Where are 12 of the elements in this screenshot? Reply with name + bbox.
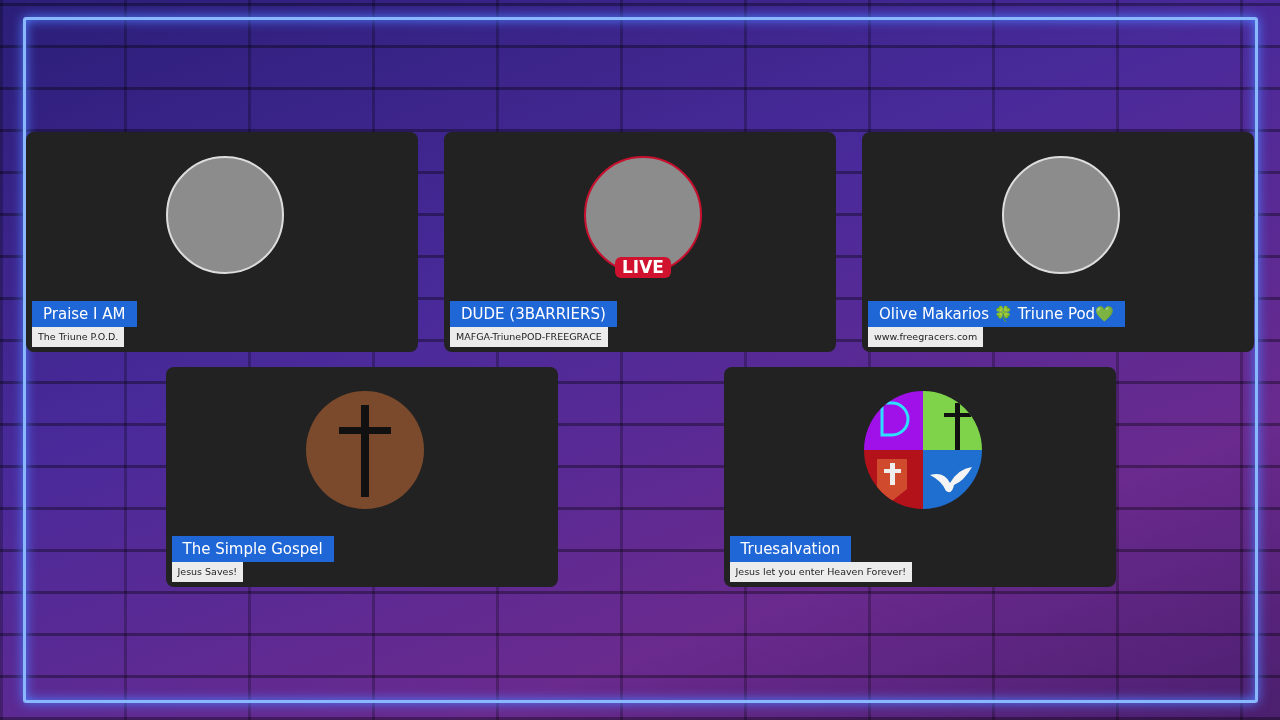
participant-name: Truesalvation [729,536,852,562]
participant-name: The Simple Gospel [171,536,334,562]
participant-name: Praise I AM [32,301,137,327]
participant-subtitle: Jesus Saves! [171,562,244,582]
participant-subtitle: www.freegracers.com [868,327,984,347]
participant-subtitle: Jesus let you enter Heaven Forever! [729,562,913,582]
participant-subtitle: The Triune P.O.D. [32,327,125,347]
participant-name: Olive Makarios 🍀 Triune Pod💚 [868,301,1126,327]
participant-subtitle: MAFGA-TriunePOD-FREEGRACE [450,327,608,347]
cross-icon [305,390,424,509]
participant-name: DUDE (3BARRIERS) [450,301,617,327]
live-badge: LIVE [615,256,671,278]
